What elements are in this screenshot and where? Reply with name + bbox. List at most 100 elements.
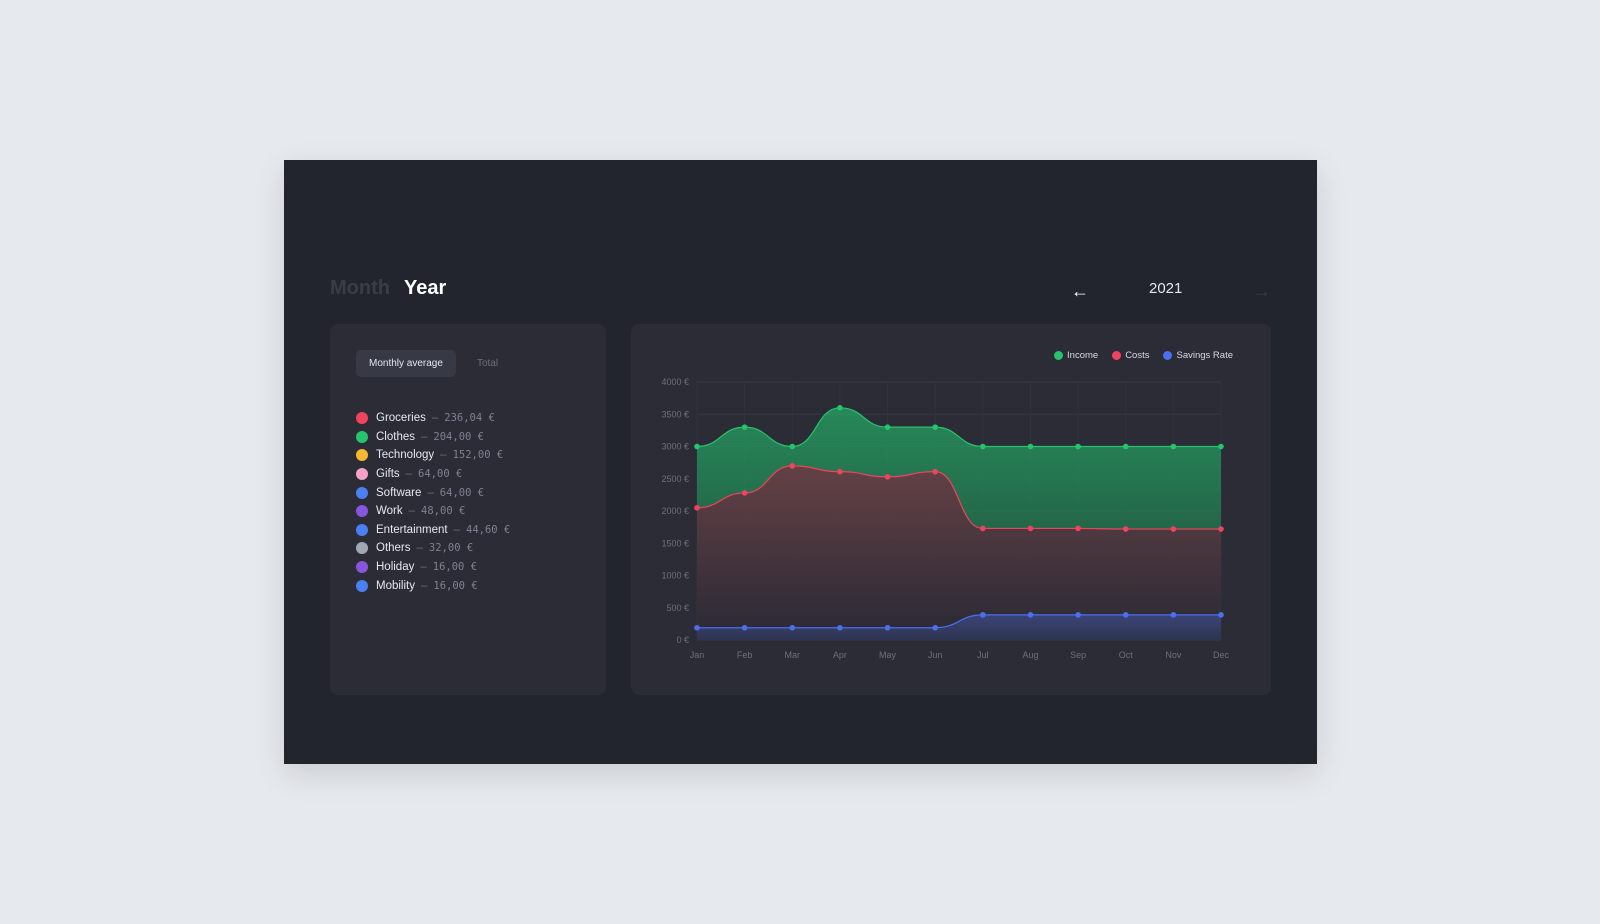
x-tick-label: Dec xyxy=(1213,650,1230,660)
category-dot xyxy=(356,412,368,425)
savings-point xyxy=(789,624,796,631)
income-point xyxy=(932,424,938,430)
category-dot xyxy=(356,542,368,555)
category-dot xyxy=(356,449,368,462)
chart-panel: 0 € 500 € 1000 € 1500 € 2000 € 2500 € 3000 € 35… xyxy=(631,324,1271,695)
income-point xyxy=(1122,443,1129,450)
year-label: 2021 xyxy=(1149,280,1183,297)
x-tick-label: Jan xyxy=(690,650,705,660)
category-name: Mobility xyxy=(376,579,415,592)
category-amount: 16,00 € xyxy=(433,579,478,592)
category-dot xyxy=(356,486,368,499)
costs-point xyxy=(741,490,748,496)
list-item: Mobility –16,00 € xyxy=(356,576,510,595)
legend-dot xyxy=(1163,351,1173,360)
period-year-option[interactable]: Year xyxy=(404,277,446,300)
legend-item[interactable]: Costs xyxy=(1112,350,1149,361)
category-amount: 64,00 € xyxy=(418,468,463,481)
savings-point xyxy=(837,624,843,631)
y-tick-label: 0 € xyxy=(676,635,689,645)
income-point xyxy=(1170,443,1177,450)
separator: – xyxy=(420,579,428,592)
separator: – xyxy=(453,523,461,536)
category-amount: 152,00 € xyxy=(452,449,504,462)
income-point xyxy=(694,443,700,450)
income-point xyxy=(980,443,986,450)
legend-item[interactable]: Income xyxy=(1054,350,1098,361)
y-tick-label: 1000 € xyxy=(661,571,689,581)
costs-point xyxy=(1170,526,1177,532)
y-tick-label: 3000 € xyxy=(661,442,689,452)
list-item: Clothes –204,00 € xyxy=(356,428,510,447)
income-point xyxy=(1218,443,1224,450)
savings-point xyxy=(1218,612,1224,618)
year-navigator: ← 2021 → xyxy=(1071,277,1271,307)
savings-point xyxy=(980,612,986,618)
category-amount: 48,00 € xyxy=(421,505,466,518)
category-name: Entertainment xyxy=(376,523,448,536)
x-tick-label: Aug xyxy=(1022,650,1038,660)
separator: – xyxy=(421,430,428,443)
list-item: Groceries –236,04 € xyxy=(356,409,510,428)
category-name: Others xyxy=(376,542,411,555)
header-bar: Month Year ← 2021 → xyxy=(330,277,1271,307)
y-tick-label: 3500 € xyxy=(661,409,689,419)
category-name: Software xyxy=(376,486,422,499)
x-tick-label: Sep xyxy=(1070,650,1086,660)
legend-label: Income xyxy=(1067,350,1099,361)
tab-monthly-average[interactable]: Monthly average xyxy=(356,350,456,377)
x-tick-label: May xyxy=(879,650,897,660)
separator: – xyxy=(431,412,439,425)
tab-total[interactable]: Total xyxy=(464,350,511,377)
category-name: Groceries xyxy=(376,412,426,425)
income-point xyxy=(1027,443,1034,450)
chart-legend: Income Costs Savings Rate xyxy=(1054,350,1233,361)
separator: – xyxy=(405,468,413,481)
app-window: Month Year ← 2021 → Monthly average Tota… xyxy=(284,160,1317,764)
list-item: Entertainment –44,60 € xyxy=(356,521,510,540)
arrow-right-icon[interactable]: → xyxy=(1253,281,1271,301)
list-item: Work –48,00 € xyxy=(356,502,510,521)
costs-point xyxy=(789,463,796,469)
costs-point xyxy=(884,474,891,480)
separator: – xyxy=(420,561,427,574)
category-dot xyxy=(356,430,368,443)
x-tick-label: Nov xyxy=(1165,650,1182,660)
savings-point xyxy=(1122,612,1129,618)
arrow-left-icon[interactable]: ← xyxy=(1071,281,1089,301)
income-point xyxy=(884,424,891,430)
list-item: Others –32,00 € xyxy=(356,539,510,558)
category-amount: 64,00 € xyxy=(439,486,485,499)
category-amount: 236,04 € xyxy=(444,412,495,425)
costs-point xyxy=(1122,526,1129,532)
separator: – xyxy=(440,449,447,462)
x-tick-label: Mar xyxy=(785,650,801,660)
x-tick-label: Jun xyxy=(928,650,943,660)
separator: – xyxy=(408,505,416,518)
category-amount: 44,60 € xyxy=(466,523,511,536)
legend-item[interactable]: Savings Rate xyxy=(1163,350,1233,361)
costs-point xyxy=(1218,526,1224,532)
legend-label: Savings Rate xyxy=(1176,350,1233,361)
costs-point xyxy=(932,468,938,475)
savings-point xyxy=(884,624,891,631)
y-tick-label: 500 € xyxy=(666,603,689,613)
x-tick-label: Feb xyxy=(737,650,753,660)
costs-point xyxy=(837,468,843,475)
list-item: Gifts –64,00 € xyxy=(356,465,510,484)
period-month-option[interactable]: Month xyxy=(330,277,390,300)
list-item: Holiday –16,00 € xyxy=(356,558,510,577)
income-cost-chart: 0 € 500 € 1000 € 1500 € 2000 € 2500 € 3000 € 35… xyxy=(661,377,1230,660)
category-name: Gifts xyxy=(376,468,400,481)
x-tick-label: Oct xyxy=(1119,650,1134,660)
costs-point xyxy=(980,525,986,532)
period-toggle: Month Year xyxy=(330,277,446,300)
category-name: Clothes xyxy=(376,430,415,443)
category-name: Technology xyxy=(376,449,435,462)
legend-dot xyxy=(1054,351,1064,360)
category-dot xyxy=(356,505,368,518)
separator: – xyxy=(416,542,423,555)
separator: – xyxy=(427,486,434,499)
category-list: Groceries –236,04 € Clothes –204,00 € Techno… xyxy=(356,409,510,595)
category-name: Work xyxy=(376,505,403,518)
